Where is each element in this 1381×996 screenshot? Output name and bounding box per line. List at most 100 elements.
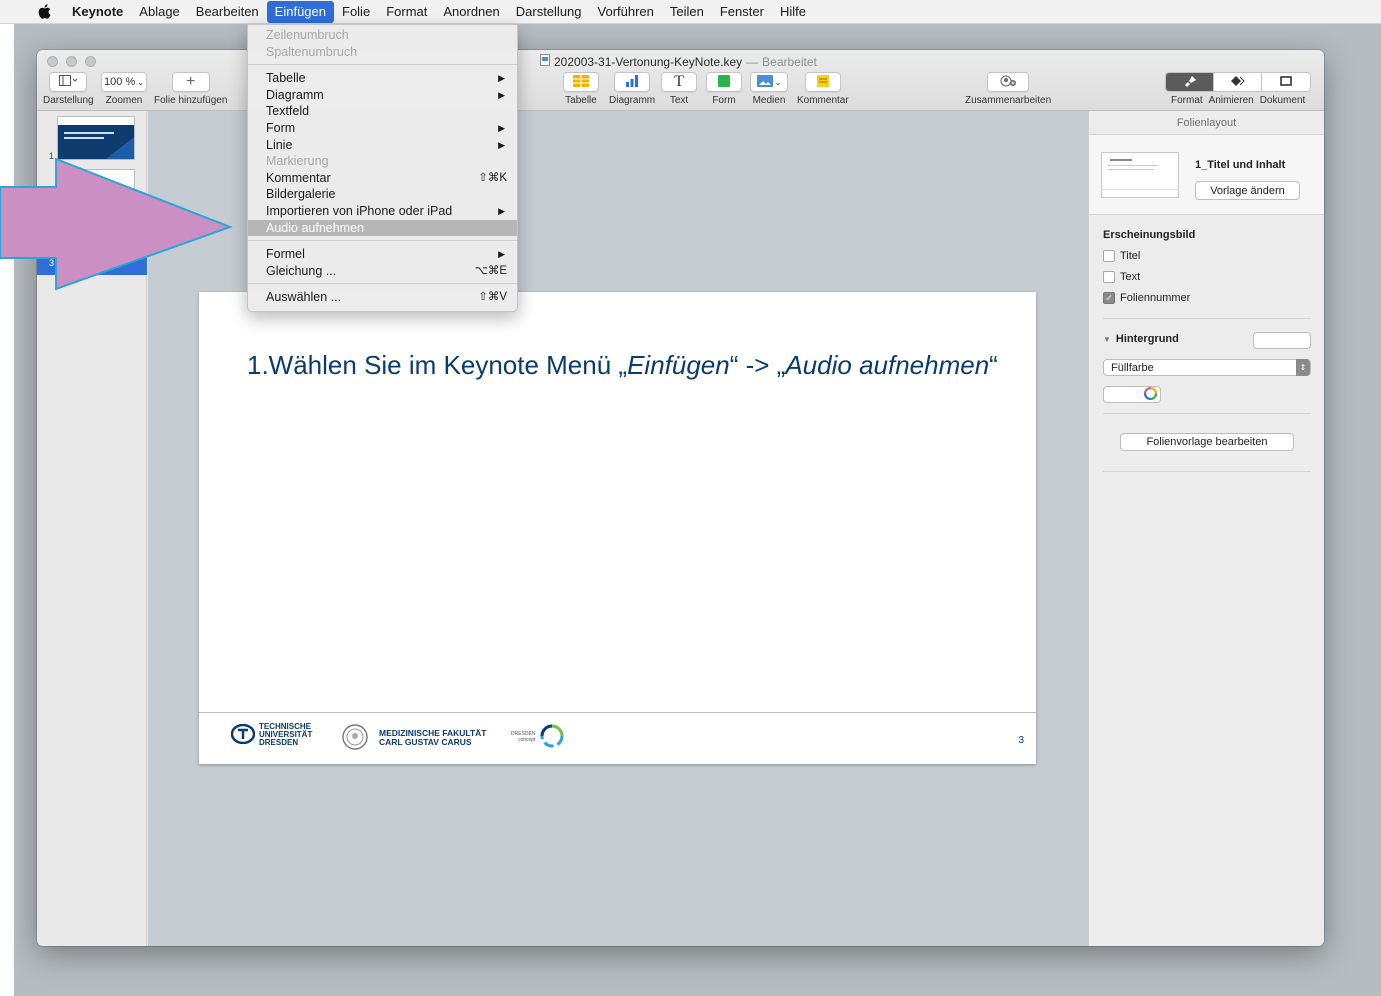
menu-item-label: Diagramm — [266, 87, 324, 102]
menu-format[interactable]: Format — [378, 1, 435, 23]
background-section[interactable]: ▼ Hintergrund — [1103, 333, 1179, 345]
menu-item-kommentar[interactable]: Kommentar ⇧⌘K — [248, 170, 517, 187]
menu-item-formel[interactable]: Formel ▶ — [248, 246, 517, 263]
background-color-well[interactable] — [1253, 332, 1311, 349]
apple-icon[interactable] — [36, 4, 52, 20]
menu-anordnen[interactable]: Anordnen — [435, 1, 507, 23]
text-button[interactable]: T — [661, 72, 697, 92]
fill-type-select[interactable]: Füllfarbe ⇕ — [1103, 359, 1311, 376]
menu-item-diagramm[interactable]: Diagramm ▶ — [248, 87, 517, 104]
menu-einfuegen[interactable]: Einfügen — [266, 0, 334, 23]
collaborate-button[interactable] — [987, 72, 1030, 92]
toolbar-comment: Kommentar — [797, 72, 849, 106]
comment-icon — [816, 74, 829, 90]
slide-number-checkbox[interactable]: ✓ — [1103, 292, 1115, 304]
collaborate-icon — [1000, 75, 1017, 90]
menu-item-linie[interactable]: Linie ▶ — [248, 137, 517, 154]
menu-item-spaltenumbruch: Spaltenumbruch — [248, 44, 517, 61]
menu-item-auswählen[interactable]: Auswählen ... ⇧⌘V — [248, 289, 517, 306]
menu-folie[interactable]: Folie — [334, 1, 378, 23]
table-label: Tabelle — [565, 95, 597, 106]
menu-hilfe[interactable]: Hilfe — [772, 1, 814, 23]
menu-darstellung[interactable]: Darstellung — [508, 1, 590, 23]
table-button[interactable] — [563, 72, 599, 92]
menu-item-importieren-von-iphone-oder-ipad[interactable]: Importieren von iPhone oder iPad ▶ — [248, 203, 517, 220]
close-window-button[interactable] — [47, 56, 58, 67]
title-checkbox-row[interactable]: Titel — [1103, 250, 1140, 262]
title-checkbox-label: Titel — [1120, 250, 1141, 262]
menu-item-label: Importieren von iPhone oder iPad — [266, 203, 453, 218]
comment-button[interactable] — [804, 72, 841, 92]
text-checkbox[interactable] — [1103, 271, 1115, 283]
media-button[interactable]: ⌄ — [750, 72, 788, 92]
text-icon: T — [674, 73, 684, 90]
toolbar-text: T Text — [661, 72, 697, 106]
paintbrush-icon — [1183, 75, 1197, 90]
toolbar-chart: Diagramm — [609, 72, 655, 106]
footer-divider — [199, 712, 1036, 713]
menu-item-gleichung[interactable]: Gleichung ... ⌥⌘E — [248, 263, 517, 280]
diamond-icon — [1230, 75, 1245, 90]
shape-button[interactable] — [706, 72, 742, 92]
menu-item-label: Bildergalerie — [266, 187, 336, 202]
menu-fenster[interactable]: Fenster — [712, 1, 772, 23]
menu-item-label: Tabelle — [266, 71, 306, 86]
headline-emphasis-insert: Einfügen — [627, 350, 730, 380]
layout-thumbnail[interactable] — [1101, 152, 1179, 198]
slide-number-checkbox-row[interactable]: ✓ Foliennummer — [1103, 292, 1190, 304]
minimize-window-button[interactable] — [66, 56, 77, 67]
submenu-arrow-icon: ▶ — [498, 89, 505, 100]
menu-vorfuehren[interactable]: Vorführen — [590, 1, 662, 23]
menu-item-textfeld[interactable]: Textfeld — [248, 103, 517, 120]
menu-item-form[interactable]: Form ▶ — [248, 120, 517, 137]
view-button[interactable] — [49, 72, 88, 92]
tu-logo-mark-icon — [230, 723, 256, 746]
menu-item-tabelle[interactable]: Tabelle ▶ — [248, 70, 517, 87]
submenu-arrow-icon: ▶ — [498, 139, 505, 150]
dresden-logo-line-2: concept — [517, 737, 536, 743]
slide[interactable]: 1.Wählen Sie im Keynote Menü „Einfügen“ … — [199, 292, 1036, 764]
tu-logo-line-3: DRESDEN — [259, 738, 299, 747]
slide-thumbnail-1[interactable] — [57, 116, 135, 160]
document-square-icon — [1280, 75, 1292, 89]
menu-teilen[interactable]: Teilen — [662, 1, 712, 23]
inspector-divider — [1103, 471, 1311, 472]
change-master-button[interactable]: Vorlage ändern — [1195, 181, 1300, 200]
media-label: Medien — [752, 95, 786, 106]
format-tab[interactable] — [1166, 73, 1214, 91]
document-tab[interactable] — [1262, 73, 1310, 91]
slide-headline[interactable]: 1.Wählen Sie im Keynote Menü „Einfügen“ … — [247, 350, 998, 381]
add-slide-button[interactable]: + — [171, 72, 210, 92]
headline-mid: “ -> „ — [729, 350, 786, 380]
text-checkbox-label: Text — [1120, 271, 1141, 283]
fill-color-well[interactable] — [1103, 386, 1161, 403]
menu-shortcut: ⌥⌘E — [474, 264, 507, 277]
menu-shortcut: ⇧⌘K — [478, 171, 507, 184]
seal-icon — [341, 723, 369, 753]
menu-item-audio-aufnehmen[interactable]: Audio aufnehmen — [248, 219, 517, 237]
appearance-heading: Erscheinungsbild — [1103, 229, 1196, 241]
title-separator: — — [746, 54, 759, 69]
text-checkbox-row[interactable]: Text — [1103, 271, 1140, 283]
menu-keynote[interactable]: Keynote — [64, 1, 131, 23]
edited-status: Bearbeitet — [762, 54, 817, 69]
zoom-window-button[interactable] — [85, 56, 96, 67]
title-checkbox[interactable] — [1103, 250, 1115, 262]
menu-item-bildergalerie[interactable]: Bildergalerie — [248, 186, 517, 203]
chart-label: Diagramm — [609, 95, 656, 106]
menu-item-label: Textfeld — [266, 104, 310, 119]
layout-name: 1_Titel und Inhalt — [1195, 159, 1286, 171]
zoom-select[interactable]: 100 % ⌄ — [101, 72, 147, 92]
inspector-divider — [1103, 318, 1311, 319]
menu-ablage[interactable]: Ablage — [131, 1, 187, 23]
color-wheel-icon[interactable] — [1144, 386, 1157, 403]
background-heading: Hintergrund — [1115, 333, 1179, 345]
dresden-ring-icon — [539, 723, 565, 751]
chevron-down-icon: ⌄ — [137, 77, 144, 87]
chart-button[interactable] — [614, 72, 651, 92]
menu-bearbeiten[interactable]: Bearbeiten — [188, 1, 267, 23]
menu-shortcut: ⇧⌘V — [478, 291, 507, 304]
tu-logo-text: TECHNISCHE UNIVERSITÄT DRESDEN — [259, 723, 312, 747]
animate-tab[interactable] — [1214, 73, 1262, 91]
edit-master-button[interactable]: Folienvorlage bearbeiten — [1120, 433, 1294, 451]
